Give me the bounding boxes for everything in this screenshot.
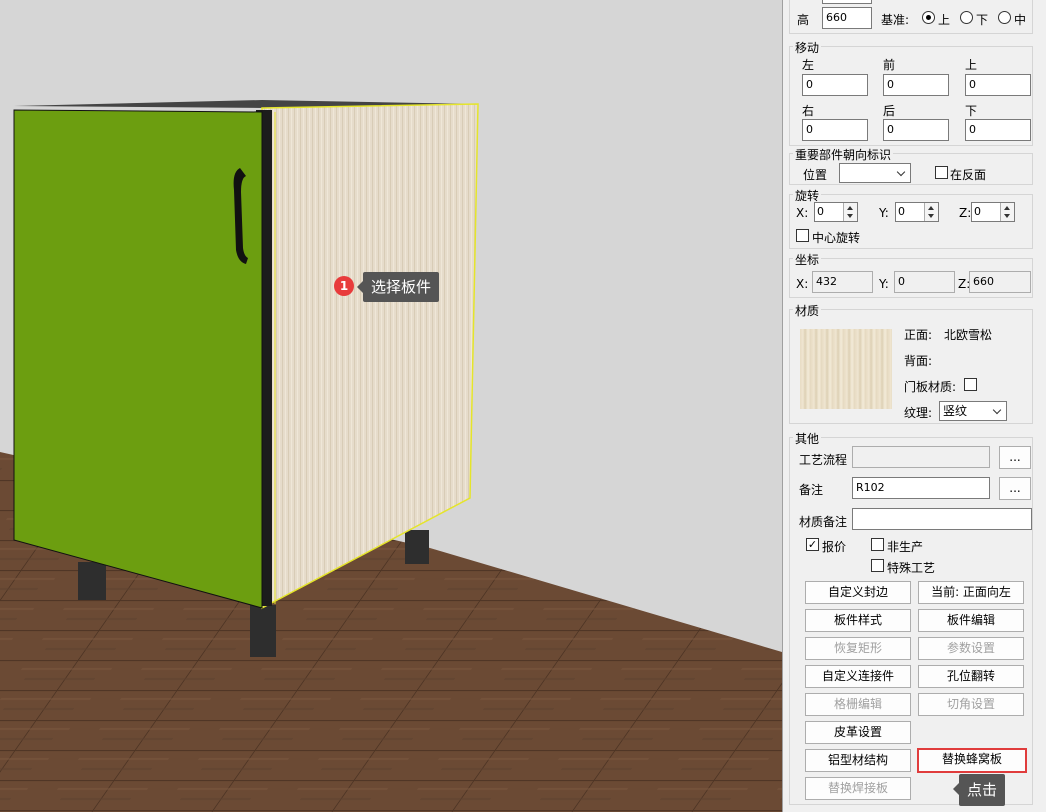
front-label: 正面: — [904, 328, 933, 342]
base-top-label: 上 — [938, 13, 951, 27]
special-process-label: 特殊工艺 — [887, 561, 936, 575]
back-label: 背面: — [904, 354, 933, 368]
grain-value: 竖纹 — [943, 404, 968, 418]
rot-x-label: X: — [796, 206, 809, 220]
coord-y-input[interactable]: 0 — [894, 271, 955, 293]
move-right-label: 右 — [802, 104, 815, 118]
material-note-input[interactable] — [852, 508, 1032, 530]
coord-y-label: Y: — [879, 277, 889, 291]
process-browse-button[interactable]: ... — [999, 446, 1031, 469]
panel-style-button[interactable]: 板件样式 — [805, 609, 911, 632]
3d-viewport[interactable]: 1 选择板件 2 — [0, 0, 782, 812]
coord-z-input[interactable]: 660 — [969, 271, 1031, 293]
chevron-down-icon — [993, 404, 1003, 418]
spin-arrows-icon[interactable] — [924, 203, 938, 221]
rot-x-value: 0 — [817, 205, 824, 218]
base-middle-label: 中 — [1014, 13, 1027, 27]
move-back-label: 后 — [883, 104, 896, 118]
reverse-checkbox[interactable] — [935, 166, 948, 179]
move-back-input[interactable]: 0 — [883, 119, 949, 141]
move-down-input[interactable]: 0 — [965, 119, 1031, 141]
center-rotate-label: 中心旋转 — [812, 231, 861, 245]
current-direction-button[interactable]: 当前: 正面向左 — [918, 581, 1024, 604]
other-title: 其他 — [793, 430, 822, 447]
prev-field[interactable] — [822, 0, 872, 4]
front-value: 北欧雪松 — [944, 328, 993, 342]
move-right-input[interactable]: 0 — [802, 119, 868, 141]
custom-connector-button[interactable]: 自定义连接件 — [805, 665, 911, 688]
spin-arrows-icon[interactable] — [843, 203, 857, 221]
base-top-radio[interactable] — [922, 11, 935, 24]
panel-edit-button[interactable]: 板件编辑 — [918, 609, 1024, 632]
move-up-input[interactable]: 0 — [965, 74, 1031, 96]
grain-select[interactable]: 竖纹 — [939, 401, 1007, 421]
note-browse-button[interactable]: ... — [999, 477, 1031, 500]
chevron-down-icon — [897, 166, 907, 180]
move-left-label: 左 — [802, 58, 815, 72]
move-left-input[interactable]: 0 — [802, 74, 868, 96]
process-label: 工艺流程 — [799, 453, 848, 467]
coord-x-label: X: — [796, 277, 809, 291]
material-swatch[interactable] — [800, 329, 892, 409]
step-badge-1: 1 — [334, 276, 354, 296]
position-label: 位置 — [803, 168, 828, 182]
param-settings-button[interactable]: 参数设置 — [918, 637, 1024, 660]
height-input[interactable]: 660 — [822, 7, 872, 29]
restore-rect-button[interactable]: 恢复矩形 — [805, 637, 911, 660]
base-label: 基准: — [881, 13, 910, 27]
note-input[interactable]: R102 — [852, 477, 990, 499]
position-select[interactable] — [839, 163, 911, 183]
coord-x-input[interactable]: 432 — [812, 271, 873, 293]
special-process-checkbox[interactable] — [871, 559, 884, 572]
base-bottom-label: 下 — [976, 13, 989, 27]
nonproduction-label: 非生产 — [887, 540, 924, 554]
quote-checkbox[interactable]: ✓ — [806, 538, 819, 551]
aluminum-structure-button[interactable]: 铝型材结构 — [805, 749, 911, 772]
property-panel: 高 660 基准: 上 下 中 移动 左 0 前 0 上 0 右 0 后 0 下… — [782, 0, 1046, 812]
height-label: 高 — [797, 13, 810, 27]
move-front-label: 前 — [883, 58, 896, 72]
green-door-panel[interactable] — [13, 109, 263, 609]
material-note-label: 材质备注 — [799, 515, 848, 529]
rot-y-label: Y: — [879, 206, 889, 220]
note-label: 备注 — [799, 483, 824, 497]
base-middle-radio[interactable] — [998, 11, 1011, 24]
cabinet-scene[interactable] — [0, 0, 782, 812]
reverse-label: 在反面 — [950, 168, 987, 182]
corner-cut-button[interactable]: 切角设置 — [918, 693, 1024, 716]
leather-settings-button[interactable]: 皮革设置 — [805, 721, 911, 744]
base-bottom-radio[interactable] — [960, 11, 973, 24]
process-input[interactable] — [852, 446, 990, 468]
custom-edge-button[interactable]: 自定义封边 — [805, 581, 911, 604]
rot-z-label: Z: — [959, 206, 972, 220]
rot-z-value: 0 — [974, 205, 981, 218]
replace-weld-panel-button[interactable]: 替换焊接板 — [805, 777, 911, 800]
rot-y-value: 0 — [898, 205, 905, 218]
move-front-input[interactable]: 0 — [883, 74, 949, 96]
center-rotate-checkbox[interactable] — [796, 229, 809, 242]
grain-label: 纹理: — [904, 406, 933, 420]
move-up-label: 上 — [965, 58, 978, 72]
spin-arrows-icon[interactable] — [1000, 203, 1014, 221]
hole-flip-button[interactable]: 孔位翻转 — [918, 665, 1024, 688]
rot-x-spinner[interactable]: 0 — [814, 202, 858, 222]
click-tooltip: 点击 — [952, 774, 1006, 806]
door-material-checkbox[interactable] — [964, 378, 977, 391]
coords-title: 坐标 — [793, 251, 822, 268]
move-title: 移动 — [793, 39, 822, 56]
nonproduction-checkbox[interactable] — [871, 538, 884, 551]
move-down-label: 下 — [965, 104, 978, 118]
door-material-label: 门板材质: — [904, 380, 957, 394]
select-panel-tooltip: 选择板件 — [356, 272, 440, 302]
replace-honeycomb-button[interactable]: 替换蜂窝板 — [917, 748, 1027, 773]
material-title: 材质 — [793, 302, 822, 319]
rot-y-spinner[interactable]: 0 — [895, 202, 939, 222]
rot-z-spinner[interactable]: 0 — [971, 202, 1015, 222]
quote-label: 报价 — [822, 540, 847, 554]
orientation-title: 重要部件朝向标识 — [793, 146, 894, 163]
grid-edit-button[interactable]: 格栅编辑 — [805, 693, 911, 716]
